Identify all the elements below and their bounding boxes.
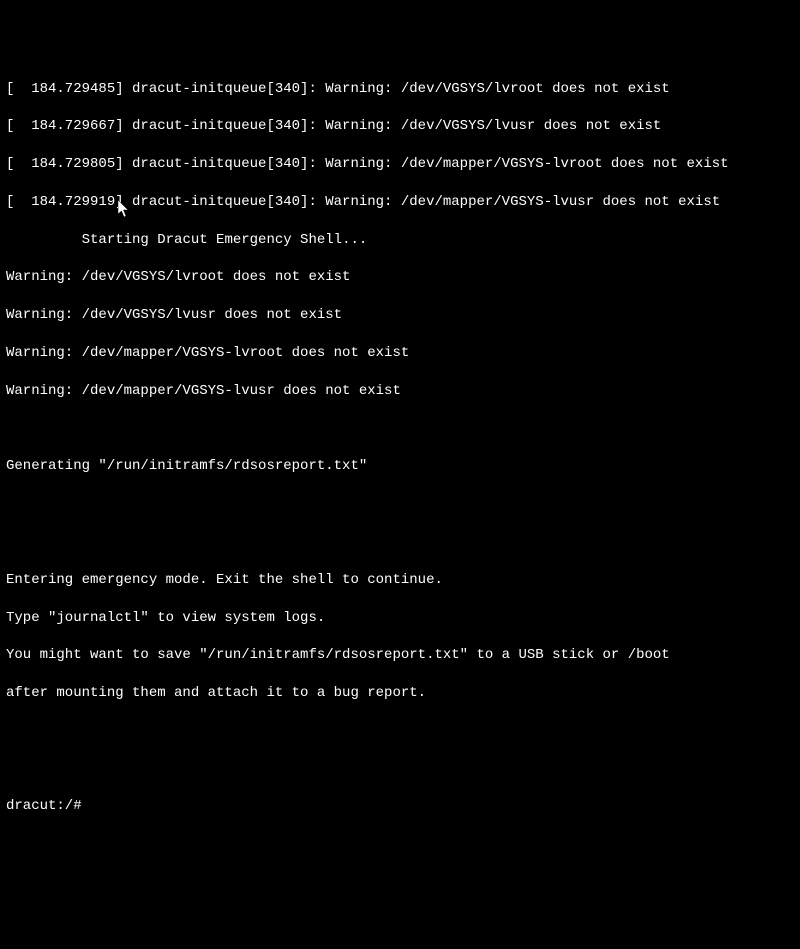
warning-line: Warning: /dev/mapper/VGSYS-lvusr does no… — [6, 382, 794, 401]
kernel-boot-line: [ 184.729485] dracut-initqueue[340]: War… — [6, 80, 794, 99]
kernel-boot-line: [ 184.729805] dracut-initqueue[340]: War… — [6, 155, 794, 174]
blank-line — [6, 420, 794, 439]
starting-shell-line: Starting Dracut Emergency Shell... — [6, 231, 794, 250]
kernel-boot-line: [ 184.729919] dracut-initqueue[340]: War… — [6, 193, 794, 212]
blank-line — [6, 495, 794, 514]
emergency-mode-line: Entering emergency mode. Exit the shell … — [6, 571, 794, 590]
generating-report-line: Generating "/run/initramfs/rdsosreport.t… — [6, 457, 794, 476]
shell-prompt[interactable]: dracut:/# — [6, 797, 794, 816]
emergency-mode-line: You might want to save "/run/initramfs/r… — [6, 646, 794, 665]
emergency-mode-line: after mounting them and attach it to a b… — [6, 684, 794, 703]
blank-line — [6, 760, 794, 779]
warning-line: Warning: /dev/VGSYS/lvusr does not exist — [6, 306, 794, 325]
blank-line — [6, 722, 794, 741]
warning-line: Warning: /dev/VGSYS/lvroot does not exis… — [6, 268, 794, 287]
emergency-mode-line: Type "journalctl" to view system logs. — [6, 609, 794, 628]
warning-line: Warning: /dev/mapper/VGSYS-lvroot does n… — [6, 344, 794, 363]
kernel-boot-line: [ 184.729667] dracut-initqueue[340]: War… — [6, 117, 794, 136]
blank-line — [6, 533, 794, 552]
